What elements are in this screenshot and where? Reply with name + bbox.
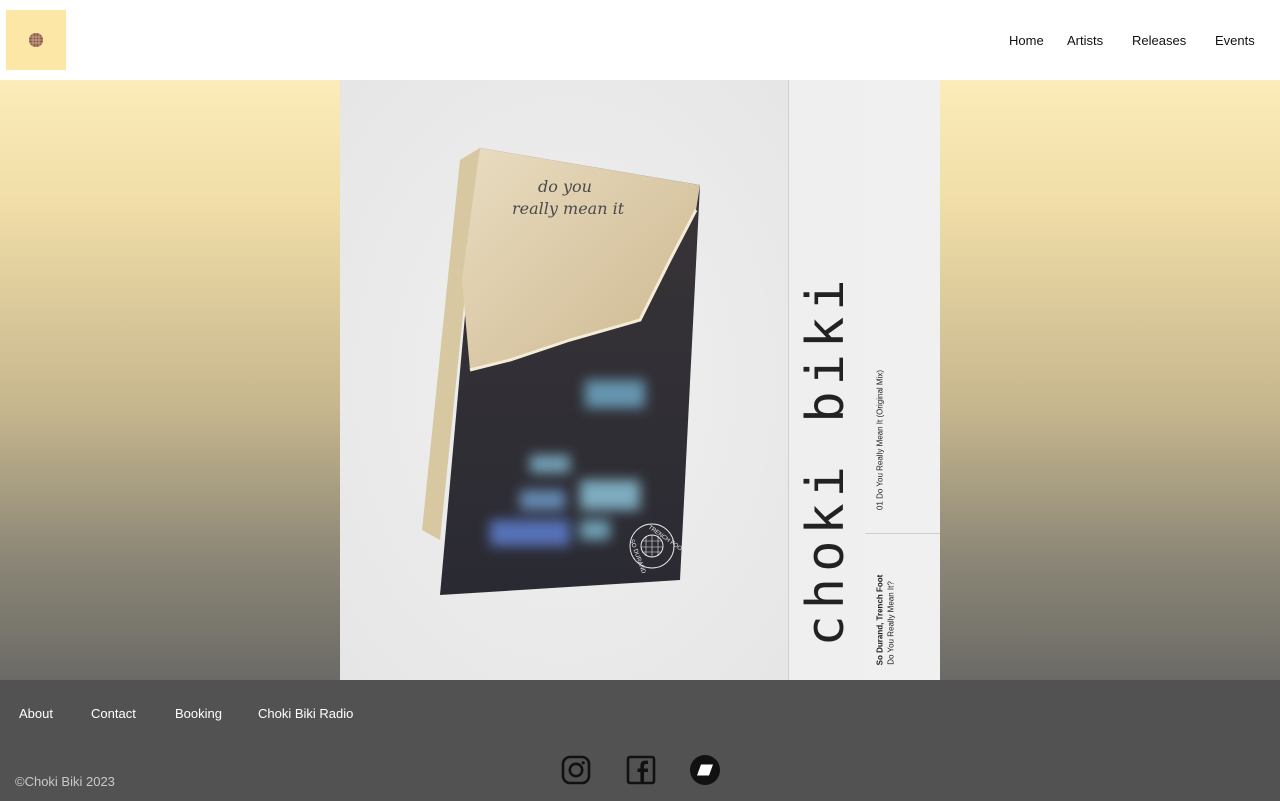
track-listing: 01 Do You Really Mean It (Original Mix) (875, 369, 885, 511)
nav-events[interactable]: Events (1215, 33, 1255, 48)
footer-link-radio[interactable]: Choki Biki Radio (258, 706, 353, 721)
hero-section: do you really mean it TRENCH FOOT SO DUR… (0, 80, 1280, 680)
brand-wordmark: choki biki (796, 273, 856, 647)
site-header: Home Artists Releases Events (0, 0, 1280, 80)
nav-releases[interactable]: Releases (1132, 33, 1186, 48)
site-footer: About Contact Booking Choki Biki Radio ©… (0, 680, 1280, 801)
release-artists: So Durand, Trench Foot (875, 574, 885, 666)
footer-link-booking[interactable]: Booking (175, 706, 222, 721)
release-title: Do You Really Mean It? (886, 581, 896, 665)
nav-artists[interactable]: Artists (1067, 33, 1103, 48)
instagram-icon[interactable] (560, 754, 592, 786)
tracklist-divider (865, 533, 940, 534)
cover-front: do you really mean it TRENCH FOOT SO DUR… (340, 80, 788, 680)
nav-home[interactable]: Home (1009, 33, 1044, 48)
bandcamp-icon[interactable] (689, 754, 721, 786)
footer-link-contact[interactable]: Contact (91, 706, 136, 721)
copyright-text: ©Choki Biki 2023 (15, 774, 115, 789)
facebook-icon[interactable] (625, 754, 657, 786)
footer-link-about[interactable]: About (19, 706, 53, 721)
main-nav: Home Artists Releases Events (0, 33, 1280, 49)
handwriting-line-1: do you (538, 177, 592, 196)
handwriting-line-2: really mean it (512, 199, 625, 218)
torn-book-artwork: do you really mean it TRENCH FOOT SO DUR… (422, 148, 700, 595)
release-cover-art: do you really mean it TRENCH FOOT SO DUR… (340, 80, 940, 680)
